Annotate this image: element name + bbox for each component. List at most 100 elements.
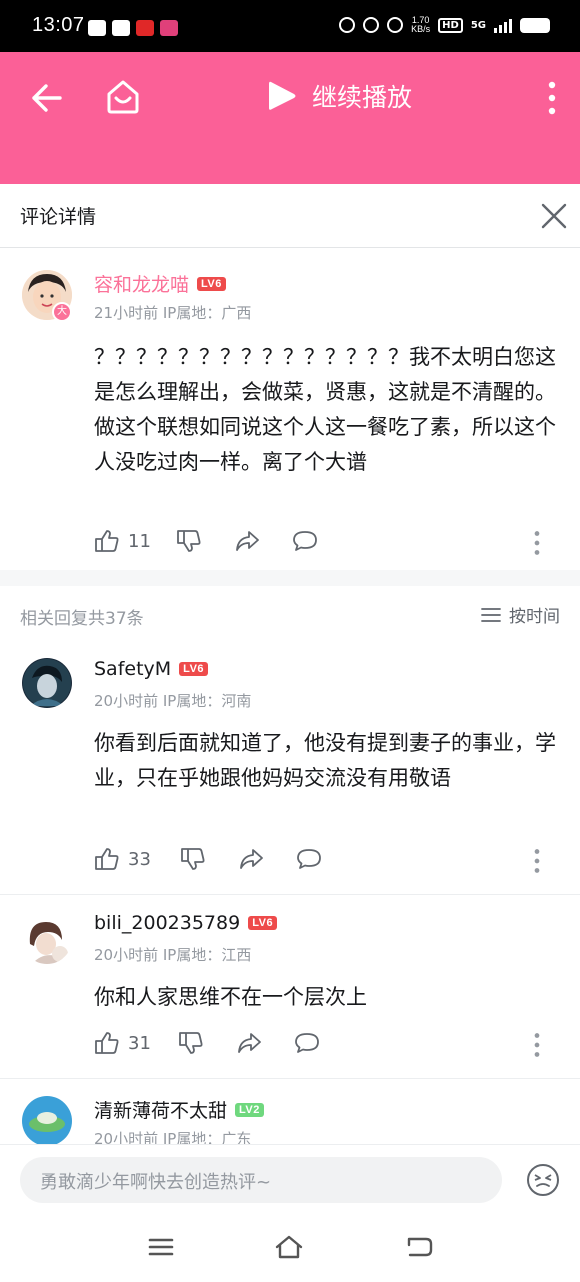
mute-icon bbox=[387, 17, 404, 33]
share-button[interactable] bbox=[238, 846, 264, 872]
dislike-icon bbox=[179, 1032, 203, 1054]
username-text: 清新薄荷不太甜 bbox=[94, 1100, 228, 1122]
share-icon bbox=[238, 1033, 261, 1053]
vip-badge: 大 bbox=[52, 302, 72, 322]
reply-icon bbox=[297, 849, 321, 869]
reply-button[interactable] bbox=[294, 1030, 320, 1056]
reply-text: 你和人家思维不在一个层次上 bbox=[94, 985, 367, 1009]
like-button[interactable]: 31 bbox=[94, 1030, 151, 1056]
app-notification-icon bbox=[160, 20, 178, 36]
share-button[interactable] bbox=[234, 528, 260, 554]
share-icon bbox=[236, 531, 259, 551]
close-icon[interactable] bbox=[540, 202, 568, 230]
reply-item: SafetyM LV6 20小时前 IP属地：河南 你看到后面就知道了，他没有提… bbox=[0, 640, 580, 892]
emoji-icon[interactable] bbox=[526, 1163, 560, 1197]
battery-icon bbox=[520, 17, 550, 33]
system-nav-bar bbox=[0, 1216, 580, 1282]
like-count: 11 bbox=[128, 530, 151, 552]
reply-text: 你看到后面就知道了，他没有提到妻子的事业，学业，只在乎她跟他妈妈交流没有用敬语 bbox=[94, 731, 556, 790]
username-text: bili_200235789 bbox=[94, 912, 241, 934]
related-replies-header: 相关回复共37条 按时间 bbox=[0, 598, 580, 634]
page-title: 评论详情 bbox=[20, 206, 97, 228]
reply-username[interactable]: bili_200235789 LV6 bbox=[94, 912, 278, 934]
reply-username[interactable]: 清新薄荷不太甜 LV2 bbox=[94, 1096, 264, 1123]
alarm-icon bbox=[363, 17, 380, 33]
dislike-icon bbox=[181, 848, 205, 870]
network-type: 5G bbox=[470, 19, 486, 31]
reply-icon bbox=[295, 1033, 319, 1053]
menu-icon[interactable] bbox=[146, 1232, 176, 1262]
sort-button[interactable]: 按时间 bbox=[481, 602, 560, 627]
reply-actions: 33 bbox=[94, 846, 560, 876]
comment-input-bar: 勇敢滴少年啊快去创造热评~ bbox=[0, 1144, 580, 1216]
username-text: SafetyM bbox=[94, 658, 172, 680]
reply-meta: 20小时前 IP属地：广东 bbox=[94, 1130, 252, 1144]
dislike-icon bbox=[177, 530, 201, 552]
like-icon bbox=[95, 1032, 119, 1054]
more-options-icon[interactable] bbox=[524, 1032, 550, 1058]
divider bbox=[0, 894, 580, 895]
sort-icon bbox=[481, 607, 501, 622]
level-badge: LV6 bbox=[248, 916, 278, 930]
top-bar: 继续播放 bbox=[0, 52, 580, 184]
level-badge: LV6 bbox=[179, 662, 209, 676]
play-icon bbox=[269, 81, 296, 110]
reply-icon bbox=[293, 531, 317, 551]
home-icon[interactable] bbox=[104, 78, 142, 116]
dislike-button[interactable] bbox=[178, 1030, 204, 1056]
reply-meta: 20小时前 IP属地：河南 bbox=[94, 692, 252, 710]
reply-username[interactable]: SafetyM LV6 bbox=[94, 658, 209, 680]
reply-button[interactable] bbox=[292, 528, 318, 554]
reply-meta: 20小时前 IP属地：江西 bbox=[94, 946, 252, 964]
main-comment: 大 容和龙龙喵 LV6 21小时前 IP属地：广西 ？？？？？？？？？？？？？？… bbox=[0, 248, 580, 570]
signal-icon bbox=[494, 17, 512, 33]
like-button[interactable]: 33 bbox=[94, 846, 151, 872]
comment-text: ？？？？？？？？？？？？？？？我不太明白您这是怎么理解出，会做菜，贤惠，这就是不… bbox=[94, 345, 556, 474]
avatar[interactable] bbox=[22, 658, 72, 708]
username-text: 容和龙龙喵 bbox=[94, 274, 190, 296]
comment-actions: 11 bbox=[94, 528, 560, 558]
reply-actions: 31 bbox=[94, 1030, 560, 1060]
hd-badge: HD bbox=[438, 17, 463, 33]
nav-back-icon[interactable] bbox=[404, 1232, 434, 1262]
like-count: 33 bbox=[128, 848, 151, 870]
section-divider bbox=[0, 570, 580, 586]
divider bbox=[0, 1078, 580, 1079]
app-notification-icon bbox=[112, 20, 130, 36]
level-badge: LV2 bbox=[235, 1102, 264, 1117]
comment-input[interactable]: 勇敢滴少年啊快去创造热评~ bbox=[20, 1157, 502, 1203]
back-icon[interactable] bbox=[28, 80, 64, 116]
like-icon bbox=[95, 530, 119, 552]
like-count: 31 bbox=[128, 1032, 151, 1054]
like-button[interactable]: 11 bbox=[94, 528, 151, 554]
status-bar: 13:07 1.70 KB/s HD 5G bbox=[0, 0, 580, 52]
share-icon bbox=[240, 849, 263, 869]
app-notification-icon bbox=[88, 20, 106, 36]
comment-meta: 21小时前 IP属地：广西 bbox=[94, 304, 252, 322]
avatar[interactable] bbox=[22, 1096, 72, 1144]
like-icon bbox=[95, 848, 119, 870]
level-badge: LV6 bbox=[197, 276, 226, 291]
continue-play-button[interactable]: 继续播放 bbox=[266, 78, 412, 114]
more-options-icon[interactable] bbox=[524, 848, 550, 874]
headphones-icon bbox=[339, 17, 356, 33]
avatar[interactable] bbox=[22, 914, 72, 964]
reply-item: 清新薄荷不太甜 LV2 20小时前 IP属地：广东 bbox=[0, 1080, 580, 1144]
dislike-button[interactable] bbox=[176, 528, 202, 554]
status-time: 13:07 bbox=[32, 14, 85, 36]
notification-icons bbox=[88, 20, 178, 36]
comment-username[interactable]: 容和龙龙喵 LV6 bbox=[94, 270, 226, 297]
nav-home-icon[interactable] bbox=[274, 1232, 304, 1262]
dislike-button[interactable] bbox=[180, 846, 206, 872]
reply-button[interactable] bbox=[296, 846, 322, 872]
comment-detail-header: 评论详情 bbox=[0, 184, 580, 248]
network-speed: 1.70 KB/s bbox=[411, 15, 431, 34]
reply-item: bili_200235789 LV6 20小时前 IP属地：江西 你和人家思维不… bbox=[0, 896, 580, 1076]
more-icon[interactable] bbox=[546, 80, 558, 116]
sort-label: 按时间 bbox=[509, 607, 560, 627]
continue-play-label: 继续播放 bbox=[312, 83, 413, 112]
reply-count: 相关回复共37条 bbox=[20, 609, 144, 629]
more-options-icon[interactable] bbox=[524, 530, 550, 556]
app-notification-icon bbox=[136, 20, 154, 36]
share-button[interactable] bbox=[236, 1030, 262, 1056]
